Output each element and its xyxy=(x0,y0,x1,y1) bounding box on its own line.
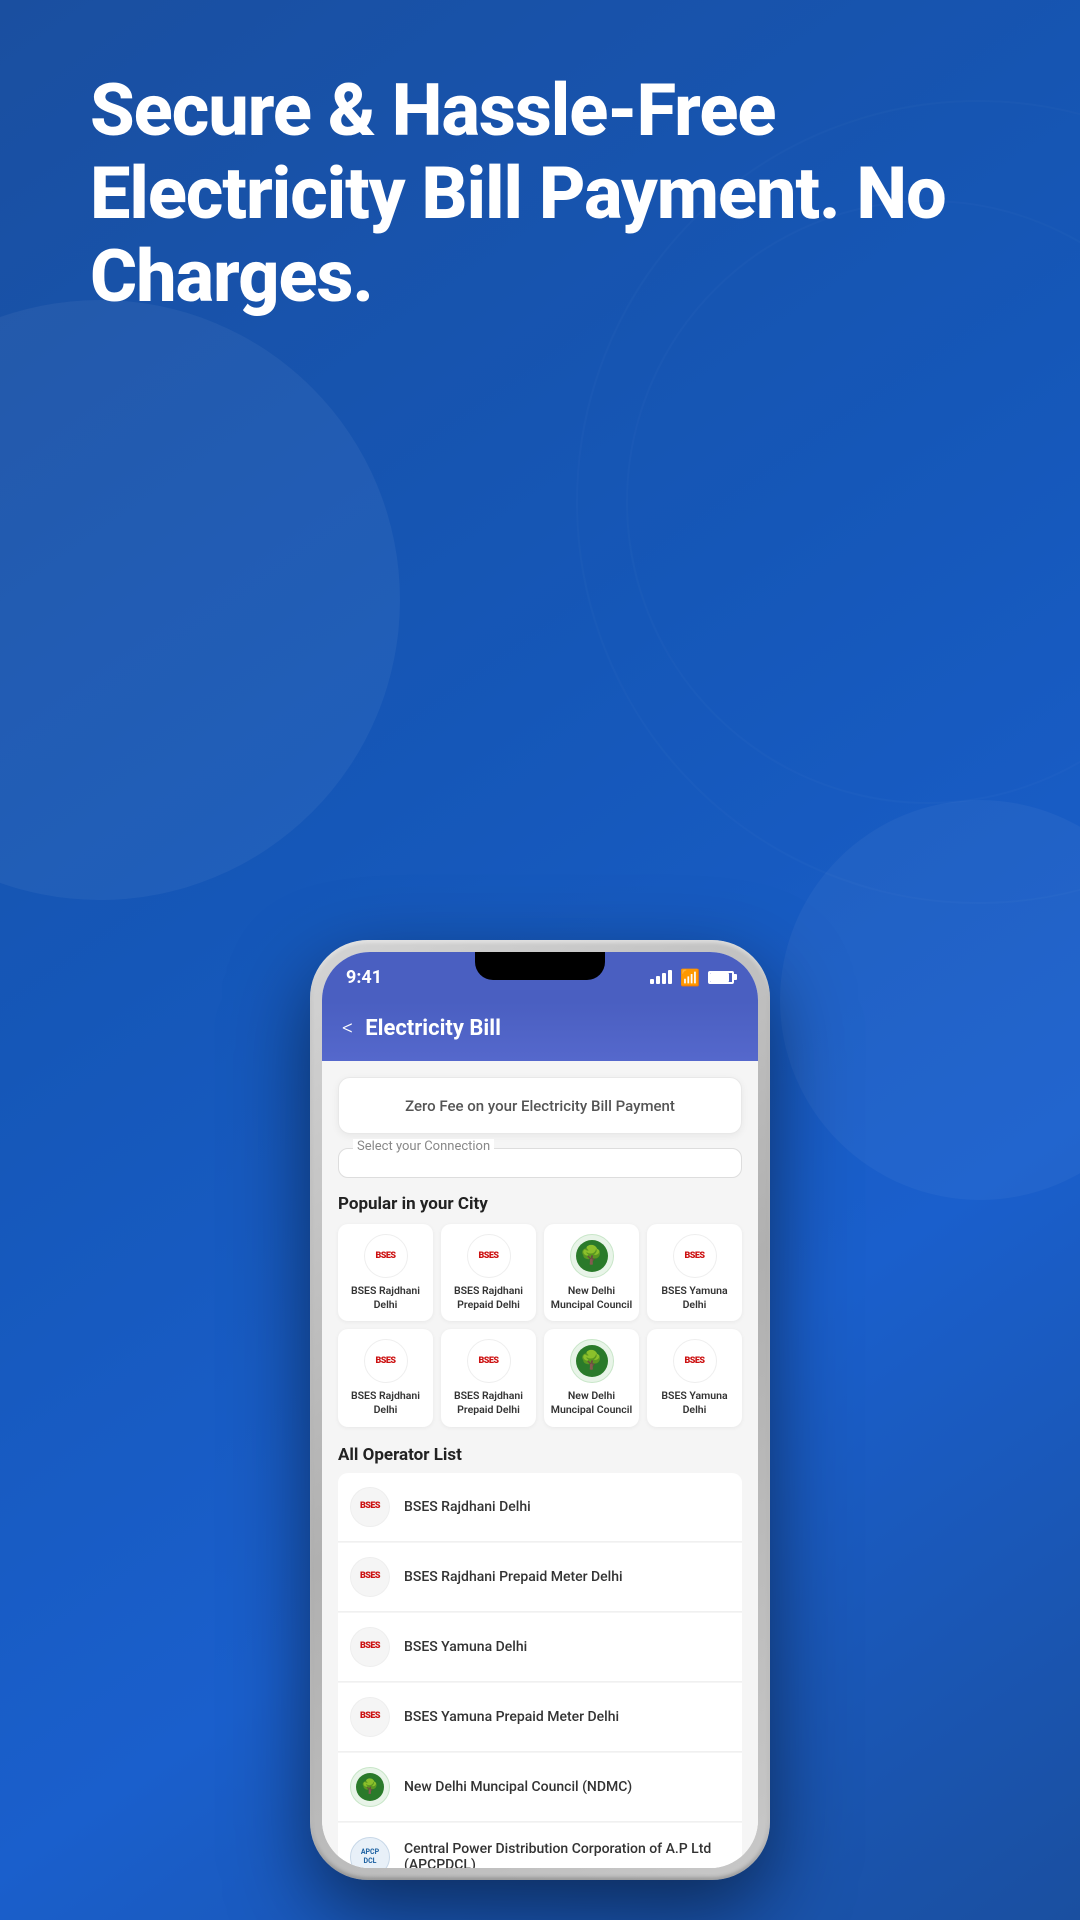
bses-logo: BSES xyxy=(673,1234,717,1278)
operator-name: BSES Yamuna Delhi xyxy=(404,1639,527,1655)
provider-name: BSES Rajdhani Delhi xyxy=(344,1389,427,1416)
provider-card-ndmc[interactable]: 🌳 New Delhi Muncipal Council xyxy=(544,1224,639,1321)
bses-logo: BSES xyxy=(364,1234,408,1278)
back-button[interactable]: < xyxy=(342,1016,353,1041)
bses-logo: BSES xyxy=(673,1339,717,1383)
operator-list: BSES BSES Rajdhani Delhi BSES BSES Rajdh… xyxy=(322,1473,758,1868)
select-connection-label: Select your Connection xyxy=(353,1139,494,1154)
bses-logo: BSES xyxy=(467,1234,511,1278)
banner-text: Zero Fee on your Electricity Bill Paymen… xyxy=(405,1097,675,1115)
operator-logo-bses: BSES xyxy=(350,1487,390,1527)
all-operators-title: All Operator List xyxy=(322,1431,758,1473)
provider-name: New Delhi Muncipal Council xyxy=(550,1389,633,1416)
ndmc-logo: 🌳 xyxy=(570,1339,614,1383)
signal-icon xyxy=(650,970,672,984)
battery-icon xyxy=(708,971,734,984)
operator-item-bses-rajdhani-prepaid[interactable]: BSES BSES Rajdhani Prepaid Meter Delhi xyxy=(338,1543,742,1612)
operator-item-ndmc[interactable]: 🌳 New Delhi Muncipal Council (NDMC) xyxy=(338,1753,742,1822)
phone-inner: 9:41 📶 < Electricity Bill xyxy=(322,952,758,1868)
phone-outer: 9:41 📶 < Electricity Bill xyxy=(310,940,770,1880)
popular-section-title: Popular in your City xyxy=(322,1178,758,1224)
popular-grid-row2: BSES BSES Rajdhani Delhi BSES BSES Rajdh… xyxy=(322,1329,758,1426)
app-header: < Electricity Bill xyxy=(322,1002,758,1061)
provider-card-bses-rajdhani[interactable]: BSES BSES Rajdhani Delhi xyxy=(338,1224,433,1321)
operator-name: BSES Rajdhani Delhi xyxy=(404,1499,531,1515)
provider-name: BSES Yamuna Delhi xyxy=(653,1389,736,1416)
provider-name: BSES Rajdhani Prepaid Delhi xyxy=(447,1389,530,1416)
status-time: 9:41 xyxy=(346,967,382,988)
operator-logo-bses: BSES xyxy=(350,1557,390,1597)
status-icons: 📶 xyxy=(650,968,734,987)
tree-icon: 🌳 xyxy=(580,1352,602,1370)
operator-item-bses-rajdhani[interactable]: BSES BSES Rajdhani Delhi xyxy=(338,1473,742,1542)
hero-section: Secure & Hassle-Free Electricity Bill Pa… xyxy=(90,70,990,318)
app-content: Zero Fee on your Electricity Bill Paymen… xyxy=(322,1061,758,1868)
hero-title: Secure & Hassle-Free Electricity Bill Pa… xyxy=(90,70,990,318)
provider-card-bses-rajdhani-prepaid-2[interactable]: BSES BSES Rajdhani Prepaid Delhi xyxy=(441,1329,536,1426)
phone-mockup: 9:41 📶 < Electricity Bill xyxy=(310,940,770,1880)
provider-card-bses-rajdhani-2[interactable]: BSES BSES Rajdhani Delhi xyxy=(338,1329,433,1426)
tree-icon: 🌳 xyxy=(361,1779,378,1795)
bses-logo: BSES xyxy=(364,1339,408,1383)
popular-grid-row1: BSES BSES Rajdhani Delhi BSES BSES Rajdh… xyxy=(322,1224,758,1321)
provider-name: BSES Rajdhani Delhi xyxy=(344,1284,427,1311)
provider-card-bses-rajdhani-prepaid[interactable]: BSES BSES Rajdhani Prepaid Delhi xyxy=(441,1224,536,1321)
promo-banner: Zero Fee on your Electricity Bill Paymen… xyxy=(338,1077,742,1134)
operator-logo-bses: BSES xyxy=(350,1627,390,1667)
operator-item-bses-yamuna[interactable]: BSES BSES Yamuna Delhi xyxy=(338,1613,742,1682)
operator-name: BSES Yamuna Prepaid Meter Delhi xyxy=(404,1709,619,1725)
operator-name: BSES Rajdhani Prepaid Meter Delhi xyxy=(404,1569,623,1585)
operator-logo-ndmc: 🌳 xyxy=(350,1767,390,1807)
provider-card-bses-yamuna-2[interactable]: BSES BSES Yamuna Delhi xyxy=(647,1329,742,1426)
select-connection-input[interactable]: Select your Connection xyxy=(338,1148,742,1178)
provider-name: BSES Rajdhani Prepaid Delhi xyxy=(447,1284,530,1311)
provider-card-ndmc-2[interactable]: 🌳 New Delhi Muncipal Council xyxy=(544,1329,639,1426)
bses-logo: BSES xyxy=(467,1339,511,1383)
provider-card-bses-yamuna[interactable]: BSES BSES Yamuna Delhi xyxy=(647,1224,742,1321)
provider-name: New Delhi Muncipal Council xyxy=(550,1284,633,1311)
wifi-icon: 📶 xyxy=(680,968,700,987)
operator-logo-apcpdcl: APCPDCL xyxy=(350,1837,390,1868)
phone-notch xyxy=(475,952,605,980)
operator-item-apcpdcl[interactable]: APCPDCL Central Power Distribution Corpo… xyxy=(338,1823,742,1868)
tree-icon: 🌳 xyxy=(580,1247,602,1265)
ndmc-logo: 🌳 xyxy=(570,1234,614,1278)
page-title: Electricity Bill xyxy=(365,1016,501,1041)
provider-name: BSES Yamuna Delhi xyxy=(653,1284,736,1311)
operator-logo-bses: BSES xyxy=(350,1697,390,1737)
operator-name: Central Power Distribution Corporation o… xyxy=(404,1841,730,1868)
operator-name: New Delhi Muncipal Council (NDMC) xyxy=(404,1779,632,1795)
operator-item-bses-yamuna-prepaid[interactable]: BSES BSES Yamuna Prepaid Meter Delhi xyxy=(338,1683,742,1752)
